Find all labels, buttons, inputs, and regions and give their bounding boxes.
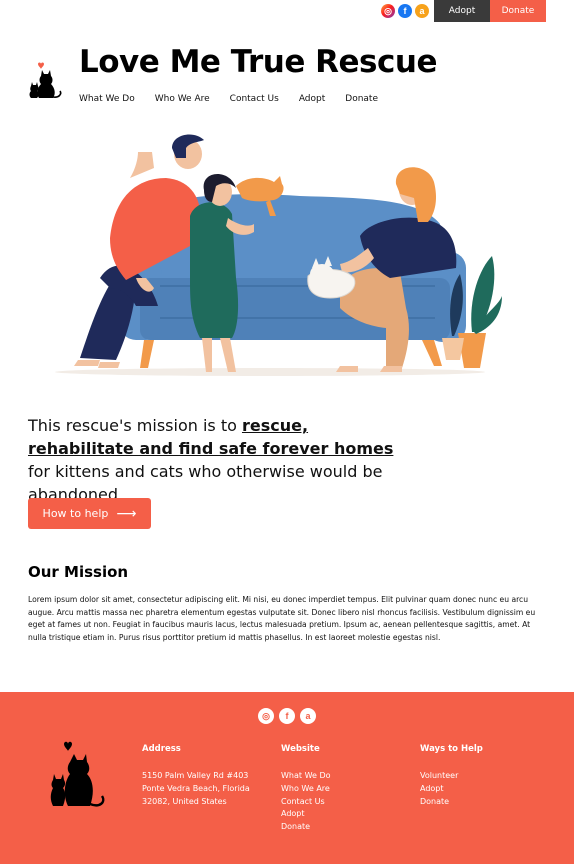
- amazon-icon[interactable]: a: [300, 708, 316, 724]
- address-line: 32082, United States: [142, 796, 227, 806]
- top-adopt-button[interactable]: Adopt: [434, 0, 490, 22]
- footer-link-what-we-do[interactable]: What We Do: [281, 770, 331, 783]
- statement-intro: This rescue's mission is to: [28, 416, 242, 435]
- footer-website-heading: Website: [281, 744, 320, 754]
- footer-link-donate[interactable]: Donate: [281, 821, 331, 834]
- main-nav: What We Do Who We Are Contact Us Adopt D…: [79, 94, 398, 104]
- instagram-icon[interactable]: ◎: [258, 708, 274, 724]
- facebook-icon[interactable]: f: [279, 708, 295, 724]
- footer-link-who-we-are[interactable]: Who We Are: [281, 783, 331, 796]
- footer-ways-heading: Ways to Help: [420, 744, 483, 754]
- footer-cat-logo: [50, 741, 105, 807]
- top-bar: ◎ f a Adopt Donate: [0, 0, 574, 22]
- nav-adopt[interactable]: Adopt: [299, 94, 325, 104]
- address-line: 5150 Palm Valley Rd #403: [142, 771, 249, 780]
- footer-website-column: Website What We Do Who We Are Contact Us…: [281, 744, 331, 834]
- footer-social-links: ◎ f a: [258, 708, 316, 724]
- how-to-help-label: How to help: [42, 507, 109, 520]
- nav-what-we-do[interactable]: What We Do: [79, 94, 135, 104]
- nav-donate[interactable]: Donate: [345, 94, 378, 104]
- footer-address-heading: Address: [142, 744, 181, 754]
- top-social-links: ◎ f a: [381, 4, 429, 18]
- arrow-right-icon: ⟶: [116, 505, 137, 522]
- our-mission-heading: Our Mission: [28, 563, 129, 581]
- our-mission-body: Lorem ipsum dolor sit amet, consectetur …: [28, 595, 536, 642]
- footer-link-ways-donate[interactable]: Donate: [420, 796, 483, 809]
- hero-illustration: [55, 134, 502, 376]
- facebook-icon[interactable]: f: [398, 4, 412, 18]
- site-footer: ◎ f a Address 5150 Palm Valley Rd #403 P…: [0, 692, 574, 864]
- instagram-icon[interactable]: ◎: [381, 4, 395, 18]
- address-line: Ponte Vedra Beach, Florida: [142, 783, 250, 793]
- top-donate-button[interactable]: Donate: [490, 0, 546, 22]
- site-title: Love Me True Rescue: [79, 44, 437, 80]
- cat-logo[interactable]: [28, 60, 64, 100]
- nav-contact-us[interactable]: Contact Us: [230, 94, 279, 104]
- footer-link-volunteer[interactable]: Volunteer: [420, 770, 483, 783]
- footer-link-ways-adopt[interactable]: Adopt: [420, 783, 483, 796]
- footer-link-contact-us[interactable]: Contact Us: [281, 796, 331, 809]
- amazon-icon[interactable]: a: [415, 4, 429, 18]
- nav-who-we-are[interactable]: Who We Are: [155, 94, 210, 104]
- footer-link-adopt[interactable]: Adopt: [281, 808, 331, 821]
- footer-ways-column: Ways to Help Volunteer Adopt Donate: [420, 744, 483, 808]
- footer-address-column: Address 5150 Palm Valley Rd #403 Ponte V…: [142, 744, 250, 808]
- mission-statement: This rescue's mission is to rescue, reha…: [28, 414, 398, 506]
- how-to-help-button[interactable]: How to help ⟶: [28, 498, 151, 529]
